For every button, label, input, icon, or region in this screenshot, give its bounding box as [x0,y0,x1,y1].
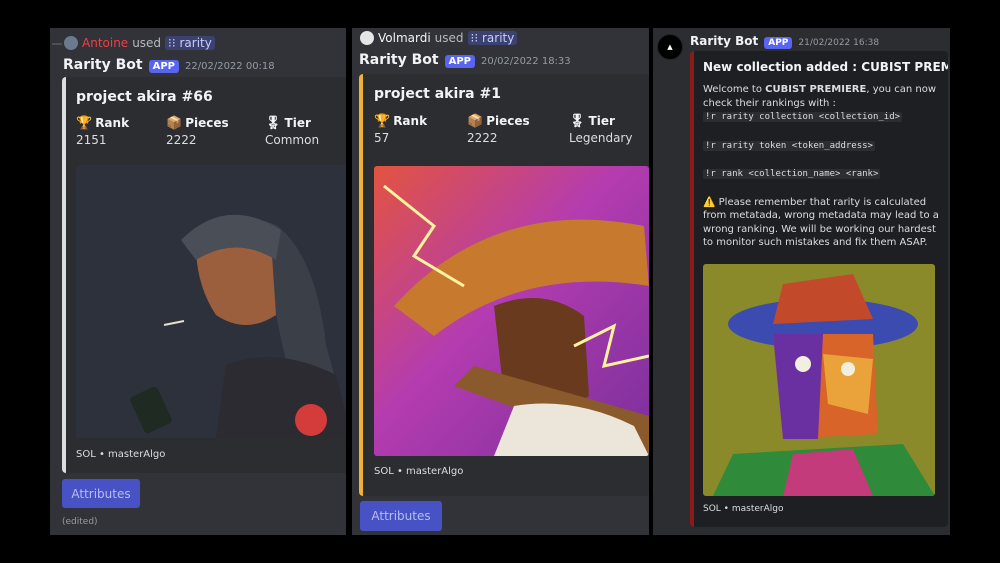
field-value: 57 [374,131,390,145]
command-name: rarity [481,31,515,45]
field-pieces: 📦 Pieces 2222 [166,116,229,147]
field-pieces: 📦 Pieces 2222 [467,114,530,145]
embed-accent-bar [62,77,66,473]
reply-username[interactable]: Volmardi [378,31,431,45]
trophy-icon: 🏆 [374,113,391,129]
nft-image[interactable] [703,264,935,496]
field-tier: 🎖 Tier Common [265,116,319,147]
embed-footer: SOL • masterAlgo [76,449,166,460]
package-icon: 📦 [467,113,484,129]
embed-description: Welcome to CUBIST PREMIERE, you can now … [703,83,941,250]
message-panel-3: ▲ Rarity Bot APP 21/02/2022 16:38 New co… [653,28,950,535]
bot-avatar[interactable]: ▲ [657,34,683,60]
attributes-button[interactable]: Attributes [360,501,442,531]
message-panel-2: Volmardi used ⁝⁝ rarity Rarity Bot APP 2… [352,28,649,535]
attributes-button[interactable]: Attributes [62,479,140,508]
user-avatar[interactable] [360,31,374,45]
medal-icon: 🎖 [265,115,282,131]
field-value: Common [265,133,320,147]
app-badge: APP [444,55,476,68]
command-code: !r rarity token <token_address> [703,140,875,151]
embed-accent-bar [359,74,363,496]
timestamp[interactable]: 22/02/2022 00:18 [185,61,275,72]
slash-command[interactable]: ⁝⁝ rarity [467,31,518,45]
field-label: Tier [588,114,615,128]
nft-image[interactable] [76,165,346,438]
reply-reference[interactable]: Volmardi used ⁝⁝ rarity [360,31,518,45]
embed-title: project akira #1 [374,86,501,102]
embed-card: project akira #1 🏆 Rank 57 📦 Pieces 2222 🎖… [359,74,649,496]
embed-card: project akira #66 🏆 Rank 2151 📦 Pieces 222… [62,77,346,473]
reply-used-text: used [434,31,464,45]
warning-text: Please remember that rarity is calculate… [703,196,939,249]
trophy-icon: 🏆 [76,115,93,131]
message-header: Rarity Bot APP 22/02/2022 00:18 [63,57,275,73]
package-icon: 📦 [166,115,183,131]
field-label: Pieces [486,114,530,128]
app-badge: APP [764,37,793,49]
embed-footer: SOL • masterAlgo [374,466,464,477]
field-label: Rank [95,116,130,130]
command-code: !r rarity collection <collection_id> [703,112,903,122]
reply-username[interactable]: Antoine [82,36,128,50]
command-name: rarity [179,36,212,50]
field-value: 2222 [467,131,498,145]
warning-icon: ⚠️ [703,196,716,208]
field-value: Legendary [569,131,633,145]
user-avatar[interactable] [64,36,78,50]
reply-reference[interactable]: Antoine used ⁝⁝ rarity [52,36,215,50]
logo-icon: ▲ [667,43,673,51]
field-label: Pieces [185,116,229,130]
collection-name: CUBIST PREMIERE [765,84,867,95]
slash-command[interactable]: ⁝⁝ rarity [165,36,215,50]
reply-line [52,43,62,45]
intro-text: Welcome to [703,84,766,95]
edited-label: (edited) [62,517,98,527]
field-rank: 🏆 Rank 2151 [76,116,129,147]
medal-icon: 🎖 [569,113,586,129]
timestamp[interactable]: 21/02/2022 16:38 [798,38,879,48]
reply-used-text: used [132,36,162,50]
embed-accent-bar [690,51,694,527]
field-rank: 🏆 Rank 57 [374,114,427,145]
timestamp[interactable]: 20/02/2022 18:33 [481,56,571,67]
command-code: !r rank <collection_name> <rank> [703,169,881,179]
message-header: Rarity Bot APP 20/02/2022 18:33 [359,52,571,68]
nft-image[interactable] [374,166,649,456]
embed-footer: SOL • masterAlgo [703,504,784,514]
field-value: 2222 [166,133,197,147]
embed-title: project akira #66 [76,89,213,105]
message-header: Rarity Bot APP 21/02/2022 16:38 [690,34,879,49]
embed-title: New collection added : CUBIST PREMIERE [703,60,948,74]
embed-card: New collection added : CUBIST PREMIERE W… [690,51,948,527]
bot-name[interactable]: Rarity Bot [690,34,758,48]
message-panel-1: Antoine used ⁝⁝ rarity Rarity Bot APP 22… [50,28,346,535]
field-value: 2151 [76,133,107,147]
field-label: Tier [284,116,311,130]
field-tier: 🎖 Tier Legendary [569,114,632,145]
app-badge: APP [148,60,180,73]
bot-name[interactable]: Rarity Bot [359,52,439,68]
field-label: Rank [393,114,428,128]
bot-name[interactable]: Rarity Bot [63,57,143,73]
